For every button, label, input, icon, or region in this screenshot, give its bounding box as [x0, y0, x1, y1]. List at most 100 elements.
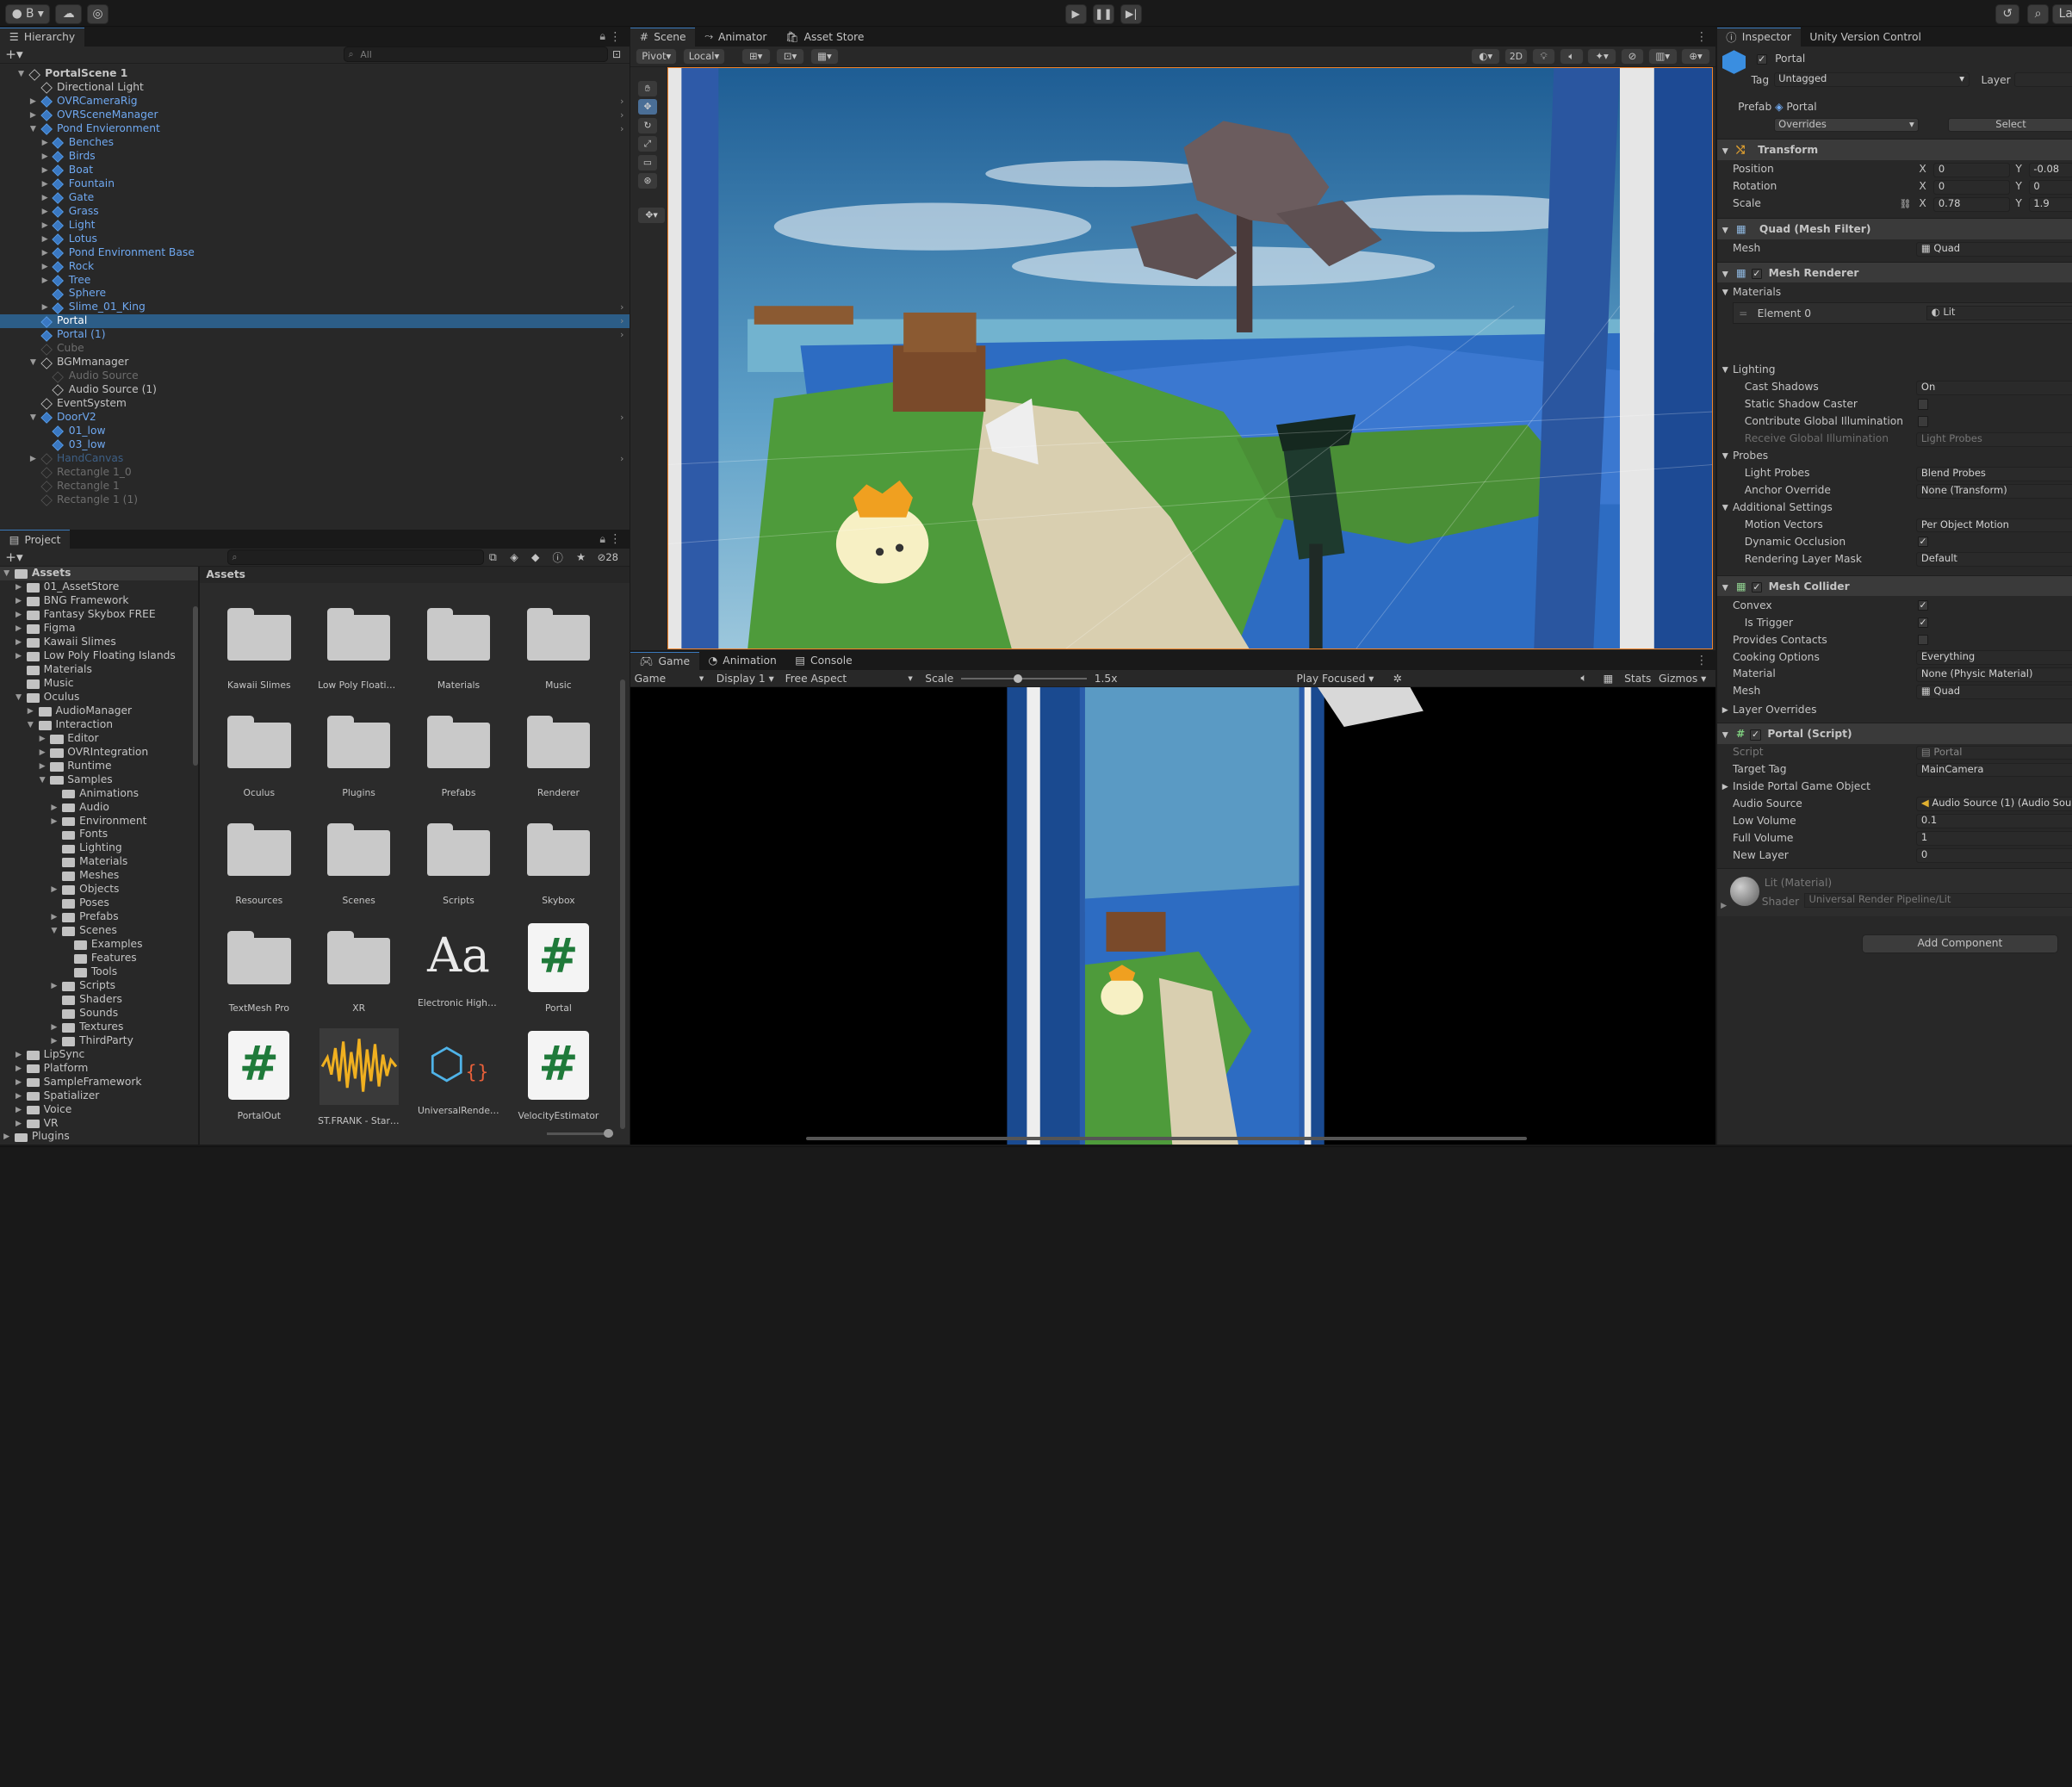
asset-item[interactable]: Music [518, 607, 599, 691]
aspect-dropdown[interactable]: Free Aspect [785, 673, 917, 685]
mute-icon[interactable]: 🔈︎ [1580, 672, 1586, 685]
panel-menu-icon[interactable]: ⋮ [610, 30, 622, 44]
link-icon[interactable]: ⛓︎ [1899, 195, 1911, 213]
collapsed-arrow-icon[interactable]: ▶ [49, 910, 59, 924]
portal-script-checkbox[interactable]: ✓ [1750, 729, 1761, 741]
project-folder-item[interactable]: ▶ Runtime [0, 760, 198, 773]
hierarchy-item[interactable]: ▶ Lotus [0, 233, 630, 246]
asset-item[interactable]: Prefabs [418, 716, 499, 798]
expanded-arrow-icon[interactable]: ▼ [37, 773, 47, 787]
rotate-tool-icon[interactable]: ↻ [638, 117, 657, 133]
light-probes-dropdown[interactable]: Blend Probes [1916, 466, 2072, 481]
tab-animation[interactable]: ◔ Animation [699, 652, 786, 670]
collapsed-arrow-icon[interactable]: ▶ [40, 150, 50, 164]
tag-dropdown[interactable]: Untagged ▾ [1770, 71, 1982, 89]
project-folder-item[interactable]: Sounds [0, 1007, 198, 1021]
account-button[interactable]: ● B ▾ [5, 3, 51, 24]
asset-item[interactable]: Plugins [318, 716, 400, 798]
target-tag-field[interactable]: MainCamera [1916, 762, 2072, 778]
full-volume-field[interactable]: 1 [1916, 831, 2072, 847]
info-icon[interactable]: ⓘ [553, 549, 563, 565]
cloud-icon[interactable]: ☁ [55, 3, 83, 24]
collapsed-arrow-icon[interactable]: ▶ [13, 608, 23, 622]
element0-field[interactable]: ◐ Lit [1926, 306, 2072, 321]
project-folder-item[interactable]: ▼ Interaction [0, 718, 198, 732]
position-x-field[interactable]: 0 [1933, 162, 2011, 177]
collapsed-arrow-icon[interactable]: ▶ [40, 274, 50, 288]
collapsed-arrow-icon[interactable]: ▶ [40, 177, 50, 191]
collapsed-arrow-icon[interactable]: ▶ [13, 1089, 23, 1103]
provides-contacts-checkbox[interactable] [1917, 634, 1929, 645]
project-folder-item[interactable]: Animations [0, 787, 198, 801]
project-folder-item[interactable]: ▶ Editor [0, 732, 198, 746]
tab-project[interactable]: ▤ Project [0, 530, 71, 549]
collapsed-arrow-icon[interactable]: ▶ [40, 233, 50, 246]
hierarchy-item[interactable]: ▼ BGMmanager [0, 356, 630, 369]
hierarchy-item[interactable]: ▶ HandCanvas › [0, 452, 630, 466]
bug-icon[interactable]: ✲ [1393, 673, 1402, 685]
stats-icon[interactable]: ▦ [1604, 673, 1614, 685]
project-folder-item[interactable]: ▶ Platform [0, 1062, 198, 1076]
pause-button[interactable]: ❚❚ [1093, 3, 1114, 24]
open-prefab-arrow-icon[interactable]: › [620, 452, 623, 466]
static-shadow-checkbox[interactable] [1917, 399, 1929, 410]
project-folder-item[interactable]: ▶ Spatializer [0, 1089, 198, 1103]
tag-icon[interactable]: ◆ [531, 551, 539, 563]
audio-icon[interactable]: 🔈︎ [1560, 48, 1584, 65]
panel-menu-icon[interactable]: ⋮ [610, 532, 622, 546]
project-folder-item[interactable]: ▶ 01_AssetStore [0, 580, 198, 594]
project-folder-item[interactable]: ▼ Scenes [0, 924, 198, 938]
asset-item[interactable]: TextMesh Pro [218, 931, 300, 1014]
collapsed-arrow-icon[interactable]: ▶ [49, 1021, 59, 1034]
tab-version-control[interactable]: Unity Version Control [1801, 28, 1931, 46]
hierarchy-item[interactable]: ▼ Pond Envieronment › [0, 122, 630, 136]
stats-button[interactable]: Stats [1624, 673, 1651, 685]
asset-scrollbar[interactable] [619, 679, 625, 1129]
add-component-button[interactable]: Add Component [1862, 934, 2058, 953]
display-dropdown[interactable]: Display 1 ▾ [717, 673, 774, 685]
project-folder-item[interactable]: ▼ Oculus [0, 691, 198, 704]
collapsed-arrow-icon[interactable]: ▶ [2, 1130, 12, 1144]
lighting-icon[interactable]: 💡︎ [1531, 48, 1556, 65]
cooking-options-dropdown[interactable]: Everything [1916, 650, 2072, 665]
collapsed-arrow-icon[interactable]: ▶ [37, 746, 47, 760]
hierarchy-item[interactable]: ▶ OVRCameraRig › [0, 95, 630, 109]
expanded-arrow-icon[interactable]: ▼ [49, 924, 59, 938]
layer-dropdown[interactable] [2010, 71, 2072, 89]
asset-item[interactable]: Kawaii Slimes [218, 607, 300, 691]
tab-scene[interactable]: # Scene [630, 28, 696, 47]
grid-snap-icon[interactable]: ⊞▾ [741, 48, 771, 65]
mesh-filter-header[interactable]: ▼ ▦ Quad (Mesh Filter) [1716, 218, 2072, 239]
hierarchy-item[interactable]: ▶ Grass [0, 205, 630, 219]
lighting-row[interactable]: ▼ Lighting [1717, 362, 2072, 379]
position-y-field[interactable]: -0.08 [2028, 162, 2072, 177]
project-folder-item[interactable]: ▶ Textures [0, 1021, 198, 1034]
collapsed-arrow-icon[interactable]: ▶ [37, 760, 47, 773]
hierarchy-item[interactable]: Audio Source (1) [0, 383, 630, 397]
game-hscrollbar[interactable] [806, 1136, 1527, 1141]
hierarchy-item[interactable]: ▶ Tree [0, 274, 630, 288]
play-button[interactable]: ▶ [1064, 3, 1087, 24]
project-folder-item[interactable]: Features [0, 952, 198, 965]
project-folder-item[interactable]: ▶ Prefabs [0, 910, 198, 924]
panel-menu-icon[interactable]: ⋮ [1696, 30, 1708, 44]
hierarchy-item[interactable]: Rectangle 1 (1) [0, 493, 630, 507]
drag-handle-icon[interactable]: = [1739, 307, 1747, 320]
tab-inspector[interactable]: ⓘ Inspector [1716, 28, 1801, 47]
asset-item[interactable]: # PortalOut [218, 1031, 300, 1121]
project-folder-item[interactable]: ▶ SampleFramework [0, 1076, 198, 1089]
hierarchy-item[interactable]: ▶ Benches [0, 136, 630, 150]
project-folder-item[interactable]: Music [0, 677, 198, 691]
project-folder-item[interactable]: ▶ Plugins [0, 1130, 198, 1144]
project-folder-item[interactable]: Poses [0, 897, 198, 910]
collapsed-arrow-icon[interactable]: ▶ [40, 219, 50, 233]
search-options-icon[interactable]: ⊡ [612, 48, 621, 60]
convex-checkbox[interactable]: ✓ [1917, 599, 1929, 611]
project-folder-item[interactable]: Examples [0, 938, 198, 952]
open-prefab-arrow-icon[interactable]: › [620, 95, 623, 109]
project-folder-item[interactable]: ▼ Assets [0, 567, 199, 581]
collapsed-arrow-icon[interactable]: ▶ [40, 205, 50, 219]
project-folder-item[interactable]: Materials [0, 663, 198, 677]
layer-overrides-row[interactable]: ▶ Layer Overrides [1717, 702, 2072, 719]
history-icon[interactable]: ↺ [1995, 3, 2019, 24]
